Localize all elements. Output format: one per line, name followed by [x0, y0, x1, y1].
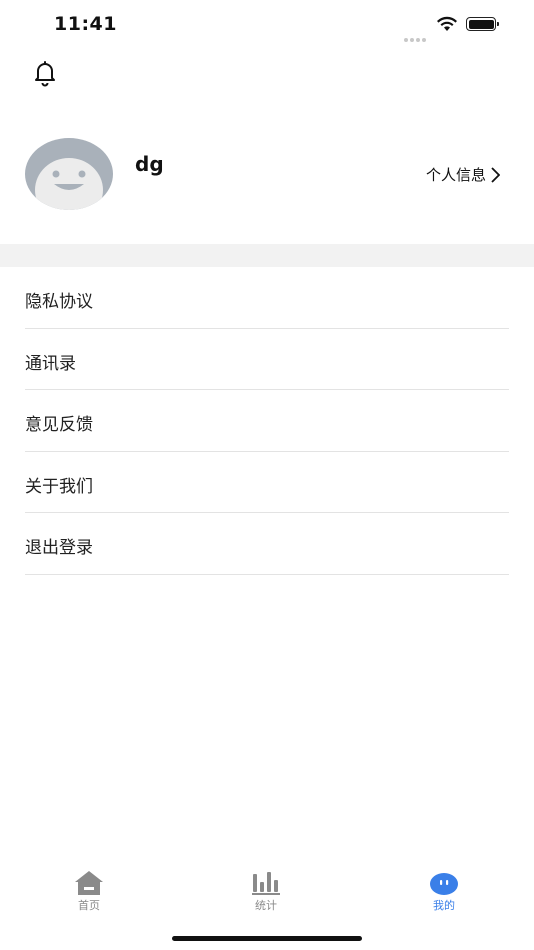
chevron-right-icon	[491, 166, 501, 183]
avatar[interactable]	[25, 138, 113, 210]
menu-item-label: 意见反馈	[25, 415, 93, 435]
notification-bell-icon[interactable]	[32, 59, 58, 87]
tab-label: 统计	[255, 899, 277, 912]
default-avatar-face-icon	[35, 158, 103, 210]
profile-face-icon	[430, 873, 458, 895]
settings-menu: 隐私协议 通讯录 意见反馈 关于我们 退出登录	[0, 267, 534, 575]
personal-info-label: 个人信息	[426, 166, 487, 184]
status-time: 11:41	[54, 13, 117, 35]
menu-item-contacts[interactable]: 通讯录	[25, 329, 509, 390]
wifi-icon	[437, 16, 457, 31]
status-bar: 11:41	[0, 0, 534, 50]
home-icon	[75, 871, 103, 895]
menu-item-label: 隐私协议	[25, 292, 93, 312]
section-divider	[0, 244, 534, 267]
home-indicator[interactable]	[172, 936, 362, 941]
bar-chart-icon	[252, 872, 280, 895]
tab-home[interactable]: 首页	[39, 864, 139, 920]
menu-item-label: 退出登录	[25, 538, 93, 558]
tab-statistics[interactable]: 统计	[216, 864, 316, 920]
menu-item-label: 关于我们	[25, 476, 93, 497]
tab-label: 我的	[433, 899, 455, 912]
tab-bar: 首页 统计 我的	[0, 864, 534, 924]
battery-icon	[466, 17, 499, 31]
menu-item-label: 通讯录	[25, 353, 76, 374]
menu-item-logout[interactable]: 退出登录	[25, 513, 509, 575]
tab-mine[interactable]: 我的	[394, 864, 494, 920]
menu-item-privacy-policy[interactable]: 隐私协议	[25, 267, 509, 329]
cellular-signal-icon	[404, 27, 430, 42]
personal-info-link[interactable]: 个人信息	[426, 164, 501, 185]
menu-item-about-us[interactable]: 关于我们	[25, 452, 509, 513]
tab-label: 首页	[78, 899, 100, 912]
profile-header: dg 个人信息	[0, 130, 534, 230]
menu-item-feedback[interactable]: 意见反馈	[25, 390, 509, 452]
username: dg	[135, 152, 164, 176]
